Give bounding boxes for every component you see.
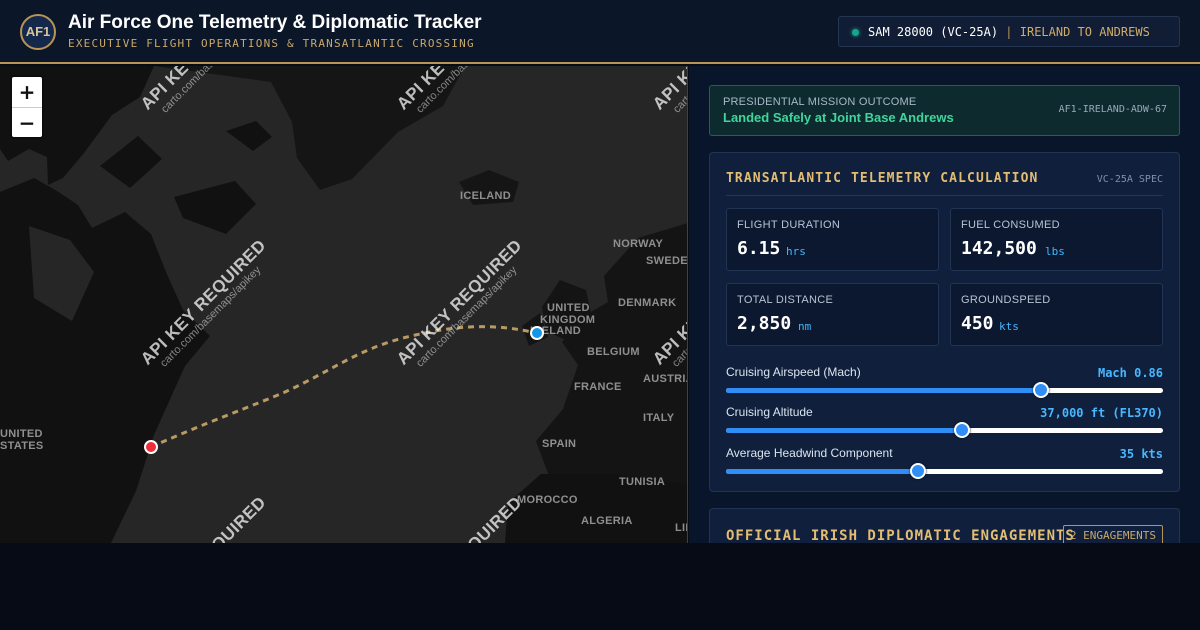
map-label-united-states: UNITED [0,428,43,440]
headwind-component-slider[interactable] [726,463,1163,479]
flight-duration-unit: hrs [786,245,806,258]
mission-outcome-card: PRESIDENTIAL MISSION OUTCOME Landed Safe… [709,85,1180,136]
total-distance-value: 2,850 [737,313,792,334]
cruising-airspeed-fill [726,388,1041,393]
aircraft-callsign: SAM 28000 (VC-25A) [868,25,999,39]
map-label-austria: AUSTRIA [643,373,687,385]
cruising-airspeed-handle[interactable] [1032,382,1049,398]
headwind-component-value: 35 kts [1119,447,1163,461]
zoom-out-button[interactable]: − [12,107,42,137]
fuel-consumed-label: FUEL CONSUMED [961,219,1060,231]
page-title: Air Force One Telemetry & Diplomatic Tra… [68,12,482,33]
cruising-airspeed-slider[interactable] [726,382,1163,398]
cruising-altitude-control: Cruising Altitude 37,000 ft (FL370) [726,405,1163,443]
map-label-libya: LIBYA [675,522,687,534]
groundspeed-value: 450 [961,313,994,334]
mission-outcome-label: PRESIDENTIAL MISSION OUTCOME [723,96,917,108]
flight-duration-card: FLIGHT DURATION 6.15 hrs [726,208,939,271]
telemetry-panel: PRESIDENTIAL MISSION OUTCOME Landed Safe… [689,66,1200,543]
fuel-consumed-card: FUEL CONSUMED 142,500 lbs [950,208,1163,271]
page-subtitle: EXECUTIVE FLIGHT OPERATIONS & TRANSATLAN… [68,37,475,50]
map-label-denmark: DENMARK [618,297,677,309]
map-label-tunisia: TUNISIA [619,476,666,488]
map-label-belgium: BELGIUM [587,346,640,358]
flight-duration-value: 6.15 [737,238,781,259]
fuel-consumed-unit: lbs [1045,245,1065,258]
map-label-algeria: ALGERIA [581,515,633,527]
flight-route: IRELAND TO ANDREWS [1019,25,1150,39]
headwind-component-handle[interactable] [910,463,927,479]
zoom-in-button[interactable]: + [12,77,42,107]
map-label-france: FRANCE [574,381,622,393]
mission-outcome-value: Landed Safely at Joint Base Andrews [723,110,954,125]
total-distance-unit: nm [798,320,812,333]
cruising-altitude-value: 37,000 ft (FL370) [1040,406,1163,420]
headwind-component-control: Average Headwind Component 35 kts [726,446,1163,484]
flight-route-line [150,325,537,449]
cruising-altitude-slider[interactable] [726,422,1163,438]
groundspeed-label: GROUNDSPEED [961,294,1051,306]
groundspeed-unit: kts [999,320,1019,333]
map-label-united: UNITED [547,302,590,314]
aircraft-spec: VC-25A SPEC [1096,174,1163,185]
cruising-altitude-handle[interactable] [953,422,970,438]
air-force-one-logo: AF1 [20,14,56,50]
cruising-airspeed-label: Cruising Airspeed (Mach) [726,365,861,379]
headwind-component-label: Average Headwind Component [726,446,893,460]
map-label-norway: NORWAY [613,238,664,250]
destination-marker[interactable] [144,440,158,454]
total-distance-label: TOTAL DISTANCE [737,294,834,306]
cruising-altitude-fill [726,428,962,433]
diplomatic-engagements-card: OFFICIAL IRISH DIPLOMATIC ENGAGEMENTS 2 … [709,508,1180,543]
groundspeed-card: GROUNDSPEED 450 kts [950,283,1163,346]
map-label-states: STATES [0,440,44,452]
mission-id: AF1-IRELAND-ADW-67 [1058,104,1167,115]
fuel-consumed-value: 142,500 [961,238,1037,259]
telemetry-calculation-card: TRANSATLANTIC TELEMETRY CALCULATION VC-2… [709,152,1180,492]
map-label-iceland: ICELAND [460,190,511,202]
total-distance-card: TOTAL DISTANCE 2,850 nm [726,283,939,346]
map-label-spain: SPAIN [542,438,577,450]
map-label-sweden: SWEDEN [646,255,688,267]
map-zoom-control: + − [12,77,42,137]
cruising-airspeed-control: Cruising Airspeed (Mach) Mach 0.86 [726,365,1163,403]
callsign-separator: | [1005,25,1013,39]
telemetry-title: TRANSATLANTIC TELEMETRY CALCULATION [726,171,1039,186]
flight-duration-label: FLIGHT DURATION [737,219,841,231]
map-label-italy: ITALY [643,412,675,424]
flight-status-badge: SAM 28000 (VC-25A) | IRELAND TO ANDREWS [838,16,1180,47]
engagements-count-badge: 2 ENGAGEMENTS [1062,525,1163,543]
cruising-altitude-label: Cruising Altitude [726,405,813,419]
flight-map[interactable]: + − API KEY REQUIRED carto.com/basemaps/… [0,66,688,543]
app-header: AF1 Air Force One Telemetry & Diplomatic… [0,0,1200,64]
map-label-morocco: MOROCCO [517,494,578,506]
cruising-airspeed-value: Mach 0.86 [1097,366,1163,380]
engagements-title: OFFICIAL IRISH DIPLOMATIC ENGAGEMENTS [726,528,1075,543]
origin-marker[interactable] [530,326,544,340]
live-status-indicator [852,29,859,36]
headwind-component-fill [726,469,919,474]
telemetry-divider [726,195,1163,196]
